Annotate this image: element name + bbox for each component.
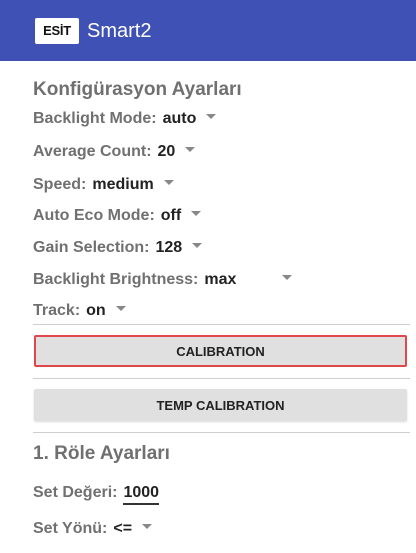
auto-eco-mode-label: Auto Eco Mode: [33, 207, 155, 224]
set-value-input[interactable]: 1000 [123, 484, 160, 505]
average-count-row: Average Count: 20 [33, 140, 196, 164]
track-row: Track: on [33, 299, 126, 323]
backlight-brightness-row: Backlight Brightness: max [33, 268, 293, 292]
gain-selection-row: Gain Selection: 128 [33, 236, 203, 260]
speed-label: Speed: [33, 176, 87, 193]
set-direction-row: Set Yönü: <= [33, 517, 153, 541]
backlight-brightness-dropdown[interactable]: max [204, 268, 274, 292]
divider [33, 378, 410, 379]
set-value-row: Set Değeri: 1000 [33, 481, 160, 505]
backlight-mode-dropdown[interactable]: auto [163, 110, 197, 127]
gain-selection-dropdown[interactable]: 128 [155, 239, 182, 256]
auto-eco-mode-dropdown[interactable]: off [161, 207, 181, 224]
track-dropdown[interactable]: on [86, 302, 106, 319]
set-value-label: Set Değeri: [33, 484, 118, 501]
app-title: Smart2 [87, 20, 152, 42]
relay-section-title: 1. Röle Ayarları [33, 443, 170, 464]
set-direction-dropdown[interactable]: <= [113, 520, 132, 537]
settings-content: Konfigürasyon Ayarları Backlight Mode: au… [0, 61, 416, 553]
app-bar: ESİT Smart2 [0, 0, 416, 61]
backlight-mode-label: Backlight Mode: [33, 110, 157, 127]
auto-eco-mode-dropdown-icon[interactable] [191, 211, 202, 217]
gain-selection-dropdown-icon[interactable] [192, 243, 203, 249]
esit-logo: ESİT [35, 18, 79, 44]
backlight-mode-dropdown-icon[interactable] [206, 114, 217, 120]
speed-row: Speed: medium [33, 173, 174, 197]
backlight-brightness-label: Backlight Brightness: [33, 271, 199, 288]
set-direction-label: Set Yönü: [33, 520, 108, 537]
backlight-brightness-dropdown-icon[interactable] [282, 275, 293, 281]
set-direction-dropdown-icon[interactable] [142, 524, 153, 530]
auto-eco-mode-row: Auto Eco Mode: off [33, 204, 202, 228]
speed-dropdown[interactable]: medium [92, 176, 153, 193]
average-count-label: Average Count: [33, 143, 152, 160]
config-section-title: Konfigürasyon Ayarları [33, 79, 242, 100]
average-count-dropdown-icon[interactable] [185, 147, 196, 153]
average-count-dropdown[interactable]: 20 [158, 143, 176, 160]
divider [33, 432, 410, 433]
divider [33, 324, 410, 325]
track-label: Track: [33, 302, 81, 319]
gain-selection-label: Gain Selection: [33, 239, 150, 256]
speed-dropdown-icon[interactable] [163, 180, 174, 186]
backlight-mode-row: Backlight Mode: auto [33, 107, 217, 131]
temp-calibration-button[interactable]: TEMP CALIBRATION [34, 389, 407, 421]
calibration-button[interactable]: CALIBRATION [34, 335, 407, 367]
track-dropdown-icon[interactable] [115, 306, 126, 312]
